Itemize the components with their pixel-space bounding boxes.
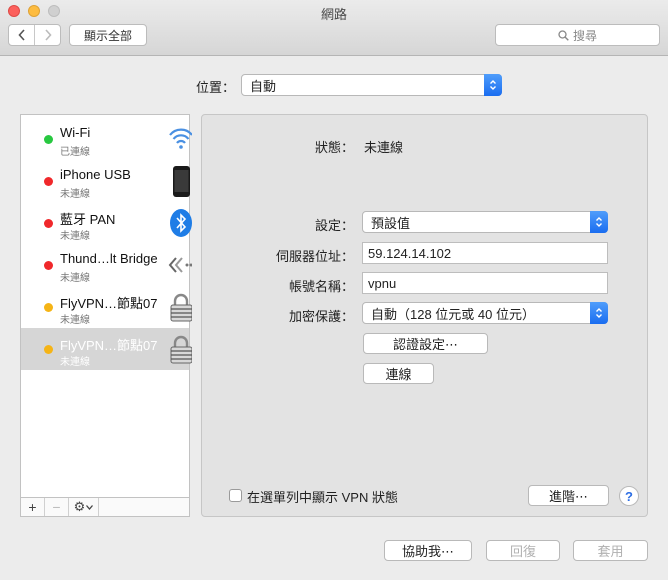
show-vpn-status-checkbox[interactable] [229, 489, 242, 502]
search-field[interactable]: 搜尋 [495, 24, 660, 46]
chevron-right-icon [45, 29, 52, 41]
search-placeholder: 搜尋 [572, 28, 597, 43]
popup-arrows-icon [590, 302, 608, 324]
back-button[interactable] [9, 25, 34, 45]
status-dot-red [44, 261, 53, 270]
assist-me-button[interactable]: 協助我⋯ [384, 540, 472, 561]
remove-service-button[interactable]: − [45, 498, 69, 516]
config-label: 設定： [314, 218, 354, 233]
help-button[interactable]: ? [619, 486, 639, 506]
location-popup[interactable]: 自動 [241, 74, 502, 96]
location-value: 自動 [250, 78, 277, 94]
location-label: 位置： [196, 80, 236, 95]
account-name-label: 帳號名稱： [288, 279, 354, 294]
connect-button[interactable]: 連線 [363, 363, 434, 384]
service-status: 已連線 [60, 147, 90, 158]
status-dot-red [44, 177, 53, 186]
server-address-field[interactable]: 59.124.14.102 [362, 242, 608, 264]
title-bar: 網路 顯示全部 搜尋 [0, 0, 668, 56]
service-name: 藍牙 PAN [60, 212, 116, 227]
service-status: 未連線 [60, 231, 90, 242]
service-item-thunderbolt-bridge[interactable]: Thund…lt Bridge 未連線 [21, 244, 192, 286]
show-all-button[interactable]: 顯示全部 [69, 24, 147, 46]
revert-button[interactable]: 回復 [486, 540, 560, 561]
wifi-icon [168, 123, 192, 155]
status-value: 未連線 [364, 140, 404, 155]
iphone-icon [168, 165, 192, 197]
nav-group [8, 24, 61, 46]
service-item-iphone-usb[interactable]: iPhone USB 未連線 [21, 160, 192, 202]
encryption-value: 自動（128 位元或 40 位元） [371, 306, 535, 322]
encryption-label: 加密保護： [288, 309, 354, 324]
forward-button[interactable] [34, 25, 60, 45]
service-item-wifi[interactable]: Wi-Fi 已連線 [21, 118, 192, 160]
service-item-flyvpn-2[interactable]: FlyVPN…節點07 未連線 [21, 328, 192, 370]
server-address-label: 伺服器位址： [275, 249, 354, 264]
bluetooth-icon [168, 207, 192, 239]
service-item-bluetooth-pan[interactable]: 藍牙 PAN 未連線 [21, 202, 192, 244]
gear-icon: ⚙ [73, 499, 86, 514]
service-status: 未連線 [60, 357, 90, 368]
status-dot-yellow [44, 345, 53, 354]
lock-icon [168, 333, 192, 365]
status-dot-green [44, 135, 53, 144]
advanced-button[interactable]: 進階⋯ [528, 485, 609, 506]
account-name-field[interactable]: vpnu [362, 272, 608, 294]
popup-arrows-icon [484, 74, 502, 96]
gear-menu-button[interactable]: ⚙ [69, 498, 99, 516]
vpn-detail-pane: 狀態： 未連線 設定： 預設值 伺服器位址： 59.124.14.102 帳號名… [201, 114, 648, 517]
config-value: 預設值 [371, 215, 411, 231]
window-title: 網路 [320, 7, 347, 22]
service-name: FlyVPN…節點07 [60, 338, 158, 353]
service-name: FlyVPN…節點07 [60, 296, 158, 311]
status-dot-yellow [44, 303, 53, 312]
popup-arrows-icon [590, 211, 608, 233]
service-list-toolbar: + − ⚙ [21, 497, 189, 516]
show-vpn-status-label: 在選單列中顯示 VPN 狀態 [247, 490, 398, 505]
service-status: 未連線 [60, 315, 90, 326]
chevron-down-icon [86, 504, 94, 510]
status-label: 狀態： [314, 140, 354, 155]
thunderbolt-bridge-icon [168, 249, 192, 281]
service-item-flyvpn-1[interactable]: FlyVPN…節點07 未連線 [21, 286, 192, 328]
encryption-popup[interactable]: 自動（128 位元或 40 位元） [362, 302, 608, 324]
status-dot-red [44, 219, 53, 228]
service-name: Thund…lt Bridge [60, 251, 158, 266]
add-service-button[interactable]: + [21, 498, 45, 516]
service-status: 未連線 [60, 189, 90, 200]
service-status: 未連線 [60, 273, 90, 284]
service-name: Wi-Fi [60, 125, 91, 140]
authentication-settings-button[interactable]: 認證設定⋯ [363, 333, 488, 354]
service-name: iPhone USB [60, 167, 131, 182]
lock-icon [168, 291, 192, 323]
config-popup[interactable]: 預設值 [362, 211, 608, 233]
chevron-left-icon [18, 29, 25, 41]
search-icon [558, 29, 569, 41]
service-list: Wi-Fi 已連線 iPhone USB 未連線 藍牙 PAN 未連線 Thun… [20, 114, 192, 517]
apply-button[interactable]: 套用 [573, 540, 648, 561]
